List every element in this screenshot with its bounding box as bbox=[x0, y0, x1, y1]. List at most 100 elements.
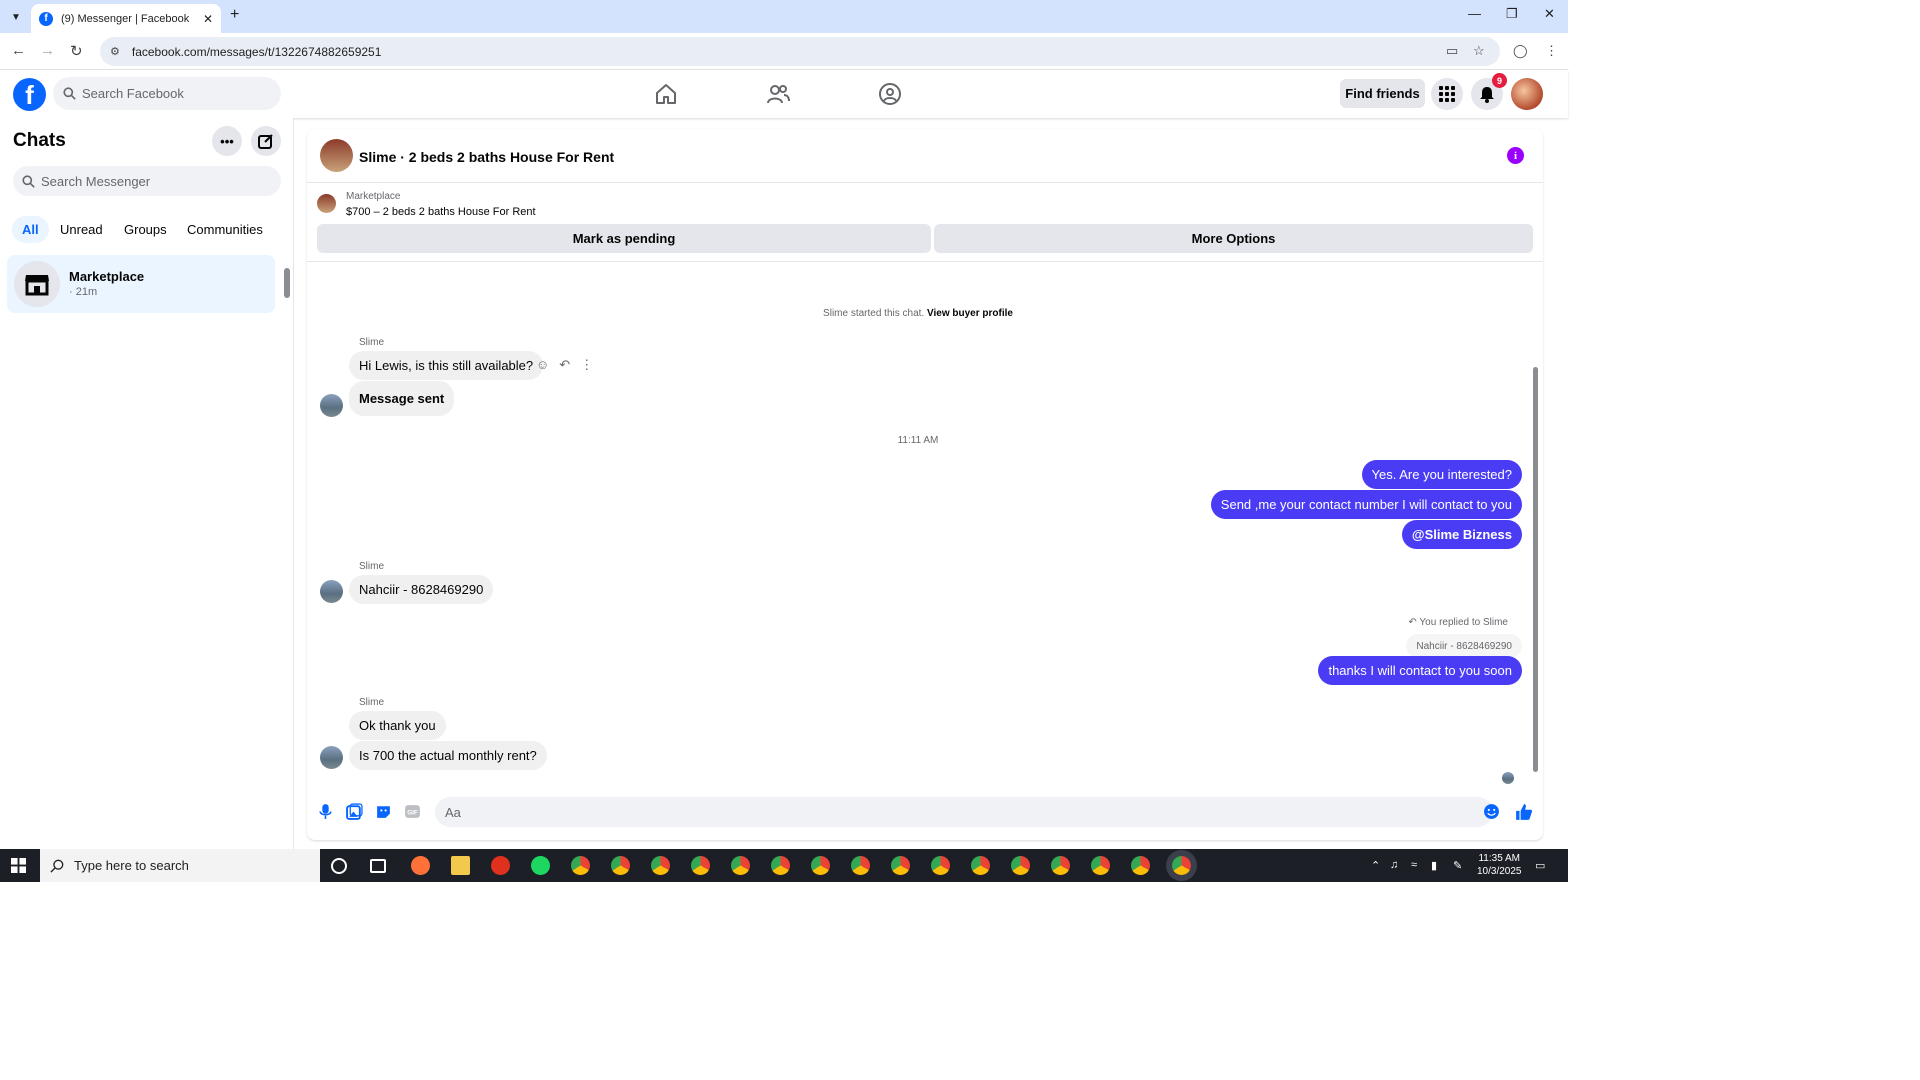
chats-options-button[interactable]: ••• bbox=[212, 126, 242, 156]
more-options-button[interactable]: More Options bbox=[934, 224, 1533, 253]
notification-center-icon[interactable]: ▭ bbox=[1535, 859, 1545, 872]
incoming-message[interactable]: Is 700 the actual monthly rent? bbox=[349, 741, 547, 770]
profile-icon[interactable]: ◯ bbox=[1513, 43, 1528, 59]
info-icon[interactable]: i bbox=[1507, 147, 1524, 164]
groups-icon[interactable] bbox=[878, 82, 902, 106]
react-emoji-icon[interactable]: ☺ bbox=[536, 357, 549, 373]
incoming-message[interactable]: Message sent bbox=[349, 381, 455, 416]
window-close-icon[interactable]: ✕ bbox=[1544, 6, 1555, 22]
filter-communities-tab[interactable]: Communities bbox=[187, 222, 263, 237]
chrome-profile-icon[interactable] bbox=[1051, 856, 1070, 875]
sender-name: Slime bbox=[359, 337, 385, 348]
pen-icon[interactable]: ✎ bbox=[1453, 859, 1462, 872]
chat-list-item[interactable]: Marketplace · 21m bbox=[7, 255, 275, 313]
new-tab-icon[interactable]: + bbox=[230, 6, 239, 24]
menu-grid-button[interactable] bbox=[1431, 78, 1463, 110]
emoji-icon[interactable] bbox=[1483, 803, 1500, 820]
chrome-profile-icon[interactable] bbox=[771, 856, 790, 875]
forward-icon[interactable]: → bbox=[40, 42, 55, 59]
friends-icon[interactable] bbox=[766, 82, 790, 106]
filter-unread-tab[interactable]: Unread bbox=[60, 222, 103, 237]
chats-scrollbar[interactable] bbox=[284, 268, 290, 298]
incoming-message[interactable]: Nahciir - 8628469290 bbox=[349, 575, 494, 604]
browser-tab[interactable]: f (9) Messenger | Facebook ✕ bbox=[31, 4, 221, 33]
windows-start-icon[interactable] bbox=[11, 858, 26, 873]
network-icon[interactable]: ≈ bbox=[1411, 859, 1417, 871]
filter-all-tab[interactable]: All bbox=[12, 216, 49, 243]
conversation-scrollbar[interactable] bbox=[1533, 367, 1538, 772]
cortana-icon[interactable] bbox=[331, 858, 347, 874]
task-view-icon[interactable] bbox=[370, 859, 386, 873]
taskbar-clock[interactable]: 11:35 AM 10/3/2025 bbox=[1477, 852, 1522, 878]
facebook-search-input[interactable]: Search Facebook bbox=[53, 77, 281, 110]
chrome-profile-icon[interactable] bbox=[651, 856, 670, 875]
outgoing-message[interactable]: Send ,me your contact number I will cont… bbox=[1210, 490, 1522, 519]
reply-icon[interactable]: ↶ bbox=[559, 357, 570, 373]
chrome-profile-icon[interactable] bbox=[611, 856, 630, 875]
back-icon[interactable]: ← bbox=[11, 42, 26, 59]
close-tab-icon[interactable]: ✕ bbox=[203, 12, 213, 26]
more-vertical-icon[interactable]: ⋮ bbox=[580, 357, 593, 373]
chrome-icon[interactable] bbox=[571, 856, 590, 875]
listing-title[interactable]: $700 – 2 beds 2 baths House For Rent bbox=[346, 206, 536, 218]
facebook-logo-icon[interactable]: f bbox=[13, 78, 46, 111]
browser-menu-icon[interactable]: ⋮ bbox=[1545, 43, 1558, 59]
chrome-profile-icon[interactable] bbox=[1091, 856, 1110, 875]
mark-as-pending-button[interactable]: Mark as pending bbox=[317, 224, 931, 253]
chrome-profile-icon[interactable] bbox=[691, 856, 710, 875]
outgoing-message[interactable]: Yes. Are you interested? bbox=[1361, 460, 1522, 489]
spotify-icon[interactable] bbox=[531, 856, 550, 875]
outgoing-message[interactable]: thanks I will contact to you soon bbox=[1318, 656, 1522, 685]
new-message-button[interactable] bbox=[251, 126, 281, 156]
notification-badge: 9 bbox=[1492, 73, 1507, 88]
compose-icon bbox=[258, 134, 273, 149]
clock-date: 10/3/2025 bbox=[1477, 866, 1522, 877]
incoming-message[interactable]: Hi Lewis, is this still available? bbox=[349, 351, 544, 380]
facebook-header: f Search Facebook Find friends bbox=[0, 70, 1568, 118]
file-explorer-icon[interactable] bbox=[451, 856, 470, 875]
install-app-icon[interactable]: ▭ bbox=[1446, 43, 1458, 59]
chrome-profile-icon[interactable] bbox=[1131, 856, 1150, 875]
marketplace-avatar bbox=[14, 261, 60, 307]
firefox-icon[interactable] bbox=[411, 856, 430, 875]
tray-chevron-icon[interactable]: ⌃ bbox=[1371, 859, 1380, 872]
gif-icon[interactable]: GIF bbox=[404, 803, 421, 820]
outgoing-message[interactable]: @Slime Bizness bbox=[1401, 520, 1522, 549]
conversation-avatar[interactable] bbox=[320, 139, 353, 172]
replied-message-quote[interactable]: Nahciir - 8628469290 bbox=[1406, 634, 1522, 658]
microphone-icon[interactable] bbox=[317, 803, 334, 820]
restore-icon[interactable]: ❐ bbox=[1506, 6, 1518, 22]
account-avatar[interactable] bbox=[1511, 78, 1543, 110]
reload-icon[interactable]: ↻ bbox=[70, 42, 83, 60]
chrome-profile-icon[interactable] bbox=[931, 856, 950, 875]
sticker-icon[interactable] bbox=[375, 803, 392, 820]
battery-icon[interactable]: ▮ bbox=[1431, 859, 1437, 872]
chrome-active-icon[interactable] bbox=[1172, 856, 1191, 875]
view-buyer-profile-link[interactable]: View buyer profile bbox=[927, 308, 1013, 319]
chrome-profile-icon[interactable] bbox=[851, 856, 870, 875]
find-friends-button[interactable]: Find friends bbox=[1340, 79, 1425, 108]
chat-time: · 21m bbox=[69, 286, 98, 298]
chrome-profile-icon[interactable] bbox=[1011, 856, 1030, 875]
minimize-icon[interactable]: — bbox=[1468, 6, 1481, 21]
bookmark-star-icon[interactable]: ☆ bbox=[1473, 43, 1485, 59]
conversation-title[interactable]: Slime · 2 beds 2 baths House For Rent bbox=[359, 149, 614, 165]
home-icon[interactable] bbox=[654, 82, 678, 106]
reply-note: ↶ You replied to Slime bbox=[1408, 617, 1508, 628]
message-input[interactable]: Aa bbox=[435, 797, 1493, 827]
incoming-message[interactable]: Ok thank you bbox=[349, 711, 446, 740]
chrome-profile-icon[interactable] bbox=[811, 856, 830, 875]
volume-icon[interactable]: ♫ bbox=[1390, 859, 1398, 871]
taskbar-search-input[interactable]: Type here to search bbox=[40, 849, 320, 882]
address-bar[interactable]: ⚙ facebook.com/messages/t/13226748826592… bbox=[100, 37, 1500, 66]
chrome-profile-icon[interactable] bbox=[891, 856, 910, 875]
photo-icon[interactable] bbox=[346, 803, 363, 820]
tab-search-chevron-icon[interactable]: ▼ bbox=[6, 7, 26, 27]
opera-icon[interactable] bbox=[491, 856, 510, 875]
filter-groups-tab[interactable]: Groups bbox=[124, 222, 167, 237]
thumbs-up-icon[interactable] bbox=[1515, 803, 1533, 821]
messenger-search-input[interactable]: Search Messenger bbox=[13, 166, 281, 196]
chrome-profile-icon[interactable] bbox=[731, 856, 750, 875]
site-info-icon[interactable]: ⚙ bbox=[110, 45, 120, 58]
chrome-profile-icon[interactable] bbox=[971, 856, 990, 875]
